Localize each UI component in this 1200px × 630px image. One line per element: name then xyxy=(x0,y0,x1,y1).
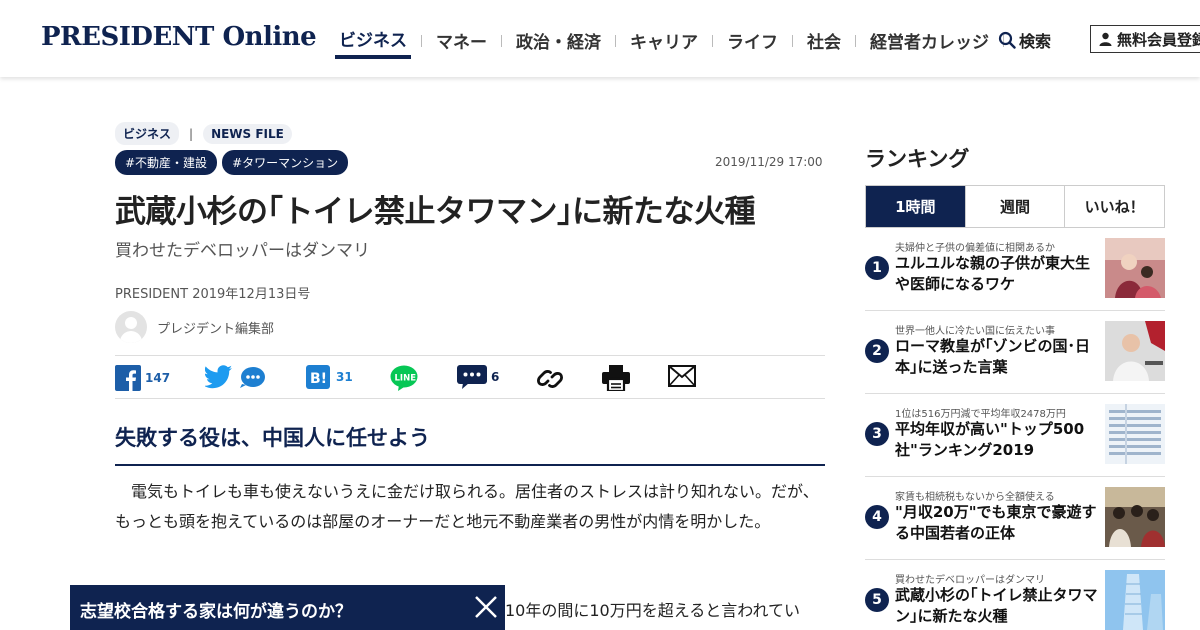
author-avatar xyxy=(115,311,147,343)
print-icon xyxy=(602,365,630,391)
nav-item-society[interactable]: 社会 xyxy=(803,28,845,57)
tab-likes[interactable]: いいね！ xyxy=(1065,186,1165,227)
rank-headline: 平均年収が高い"トップ500社"ランキング2019 xyxy=(895,420,1085,459)
rank-thumbnail xyxy=(1105,570,1165,630)
promo-banner-text: 志望校合格する家は何が違うのか？ xyxy=(80,602,352,622)
breadcrumb-separator: | xyxy=(189,126,194,141)
rank-lead: 買わせたデベロッパーはダンマリ xyxy=(895,575,1045,586)
category-breadcrumb: ビジネス | NEWS FILE xyxy=(115,122,292,145)
tab-hourly[interactable]: 1時間 xyxy=(866,186,966,227)
comments-count: 6 xyxy=(491,370,500,384)
site-header: PRESIDENT Online ビジネス マネー 政治・経済 キャリア ライフ… xyxy=(0,0,1200,77)
link-icon xyxy=(537,370,563,388)
rank-number: 5 xyxy=(865,588,889,612)
copy-link-button[interactable] xyxy=(536,365,564,393)
ranking-item[interactable]: 2 世界一他人に冷たい国に伝えたい事 ローマ教皇が｢ゾンビの国･日本｣に送った言… xyxy=(865,311,1165,394)
search-icon xyxy=(998,31,1016,49)
category-link[interactable]: ビジネス xyxy=(115,122,180,145)
tag-tower-mansion[interactable]: #タワーマンション xyxy=(222,150,349,175)
hatena-bookmark-icon: B! xyxy=(306,365,330,389)
ranking-item[interactable]: 5 買わせたデベロッパーはダンマリ 武蔵小杉の｢トイレ禁止タワマン｣に新たな火種 xyxy=(865,560,1165,630)
rank-thumbnail xyxy=(1105,238,1165,298)
rank-thumbnail xyxy=(1105,487,1165,547)
tag-real-estate[interactable]: #不動産・建設 xyxy=(115,150,218,175)
nav-item-career[interactable]: キャリア xyxy=(626,28,702,57)
rank-headline: ユルユルな親の子供が東大生や医師になるワケ xyxy=(895,254,1091,293)
twitter-share-button[interactable] xyxy=(205,365,265,389)
tab-weekly[interactable]: 週間 xyxy=(965,186,1066,227)
article-paragraph: 電気もトイレも車も使えないうえに金だけ取られる。居住者のストレスは計り知れない。… xyxy=(115,477,825,537)
rank-headline: "月収20万"でも東京で豪遊する中国若者の正体 xyxy=(895,503,1097,542)
user-icon xyxy=(1099,32,1112,46)
share-bar: 147 B! 31 LINE 6 xyxy=(115,355,825,399)
nav-divider xyxy=(615,34,616,47)
rank-headline: 武蔵小杉の｢トイレ禁止タワマン｣に新たな火種 xyxy=(895,586,1098,625)
comment-bubble-icon xyxy=(240,367,265,388)
nav-divider xyxy=(855,34,856,47)
section-heading: 失敗する役は、中国人に任せよう xyxy=(115,422,825,466)
nav-divider xyxy=(712,34,713,47)
rank-thumbnail xyxy=(1105,321,1165,381)
ranking-item[interactable]: 1 夫婦仲と子供の偏差値に相関あるか ユルユルな親の子供が東大生や医師になるワケ xyxy=(865,228,1165,311)
tag-list: #不動産・建設 #タワーマンション xyxy=(115,150,353,175)
publication-info: PRESIDENT 2019年12月13日号 xyxy=(115,287,311,302)
nav-divider xyxy=(792,34,793,47)
rank-lead: 家賃も相続税もないから全額使える xyxy=(895,492,1055,503)
search-label: 検索 xyxy=(1019,32,1052,51)
publish-date: 2019/11/29 17:00 xyxy=(715,155,823,169)
nav-item-business[interactable]: ビジネス xyxy=(335,26,411,59)
article-subtitle: 買わせたデベロッパーはダンマリ xyxy=(115,241,370,261)
rank-lead: 世界一他人に冷たい国に伝えたい事 xyxy=(895,326,1055,337)
svg-text:B!: B! xyxy=(310,371,327,387)
nav-item-life[interactable]: ライフ xyxy=(723,28,782,57)
mail-icon xyxy=(668,365,696,387)
main-nav: ビジネス マネー 政治・経済 キャリア ライフ 社会 経営者カレッジ xyxy=(335,26,1014,59)
line-icon: LINE xyxy=(390,365,418,391)
nav-divider xyxy=(421,34,422,47)
facebook-count: 147 xyxy=(145,371,171,385)
hatena-count: 31 xyxy=(336,370,353,384)
twitter-icon xyxy=(205,365,232,389)
nav-item-money[interactable]: マネー xyxy=(432,28,491,57)
facebook-share-button[interactable]: 147 xyxy=(115,365,170,391)
member-register-label: 無料会員登録 xyxy=(1117,30,1200,49)
search-button[interactable]: 検索 xyxy=(998,28,1051,52)
rank-thumbnail xyxy=(1105,404,1165,464)
print-button[interactable] xyxy=(602,365,630,391)
subcategory-link[interactable]: NEWS FILE xyxy=(203,123,292,144)
rank-number: 1 xyxy=(865,256,889,280)
rank-number: 3 xyxy=(865,422,889,446)
nav-item-politics-economy[interactable]: 政治・経済 xyxy=(512,28,605,57)
author-name: プレジデント編集部 xyxy=(157,321,275,337)
rank-lead: 1位は516万円減で平均年収2478万円 xyxy=(895,409,1066,420)
article-paragraph-text: 10年の間に10万円を超えると言われてい xyxy=(505,601,800,620)
email-share-button[interactable] xyxy=(668,365,696,387)
promo-banner[interactable]: 志望校合格する家は何が違うのか？ xyxy=(70,585,505,630)
member-register-button[interactable]: 無料会員登録 xyxy=(1090,25,1200,53)
rank-number: 2 xyxy=(865,339,889,363)
comments-button[interactable]: 6 xyxy=(457,365,499,389)
line-share-button[interactable]: LINE xyxy=(390,365,418,391)
hatena-bookmark-button[interactable]: B! 31 xyxy=(306,365,353,389)
ranking-item[interactable]: 4 家賃も相続税もないから全額使える "月収20万"でも東京で豪遊する中国若者の… xyxy=(865,477,1165,560)
banner-close-button[interactable] xyxy=(472,593,500,621)
nav-item-executive-college[interactable]: 経営者カレッジ xyxy=(866,28,993,57)
nav-divider xyxy=(501,34,502,47)
article-paragraph-text: 電気もトイレも車も使えないうえに金だけ取られる。居住者のストレスは計り知れない。… xyxy=(115,482,819,531)
comments-icon xyxy=(457,365,487,389)
ranking-tabs: 1時間 週間 いいね！ xyxy=(865,185,1165,228)
author-info[interactable]: プレジデント編集部 xyxy=(115,311,274,343)
svg-text:LINE: LINE xyxy=(395,374,417,384)
close-icon xyxy=(475,596,497,618)
article-title: 武蔵小杉の｢トイレ禁止タワマン｣に新たな火種 xyxy=(115,194,756,230)
ranking-title: ランキング xyxy=(865,147,970,171)
rank-lead: 夫婦仲と子供の偏差値に相関あるか xyxy=(895,243,1055,254)
ranking-item[interactable]: 3 1位は516万円減で平均年収2478万円 平均年収が高い"トップ500社"ラ… xyxy=(865,394,1165,477)
rank-number: 4 xyxy=(865,505,889,529)
rank-headline: ローマ教皇が｢ゾンビの国･日本｣に送った言葉 xyxy=(895,337,1091,376)
facebook-icon xyxy=(115,365,141,391)
site-logo[interactable]: PRESIDENT Online xyxy=(41,22,317,52)
